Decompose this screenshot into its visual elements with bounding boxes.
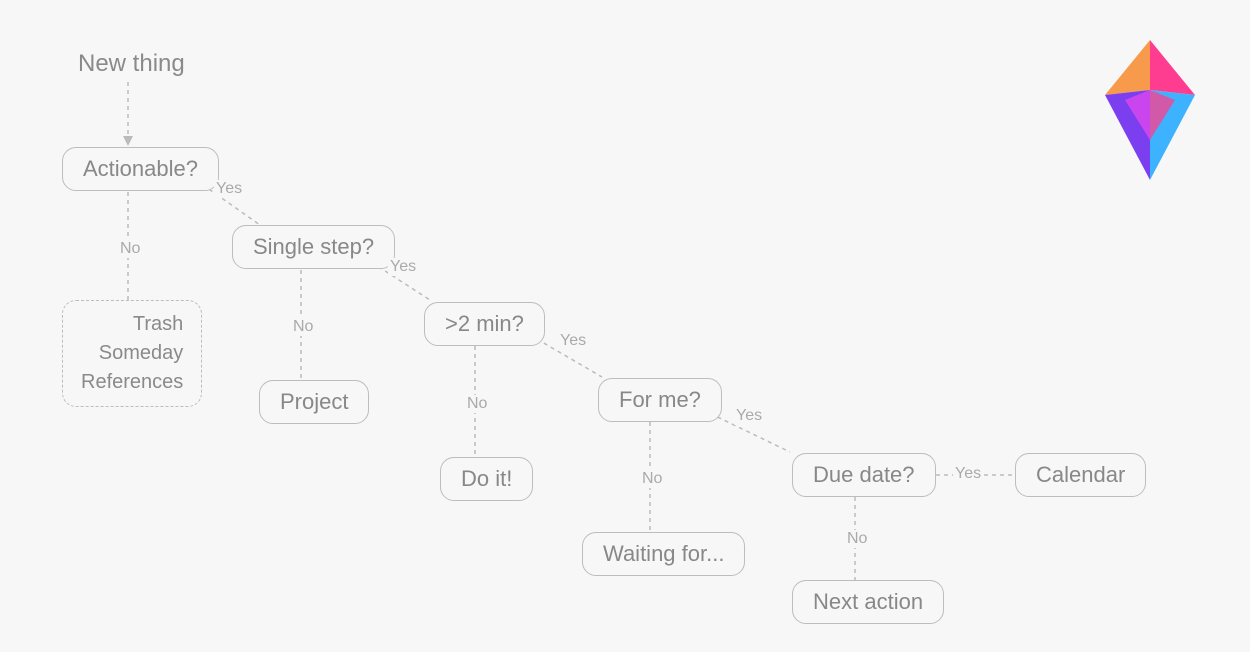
node-calendar: Calendar xyxy=(1015,453,1146,497)
node-actionable: Actionable? xyxy=(62,147,219,191)
node-project: Project xyxy=(259,380,369,424)
node-two-min: >2 min? xyxy=(424,302,545,346)
node-do-it: Do it! xyxy=(440,457,533,501)
edge-single-no: No xyxy=(291,318,315,336)
edge-for-me-yes: Yes xyxy=(734,407,764,425)
node-due-date: Due date? xyxy=(792,453,936,497)
edge-due-no: No xyxy=(845,530,869,548)
edge-due-yes: Yes xyxy=(953,465,983,483)
edge-two-no: No xyxy=(465,395,489,413)
node-waiting: Waiting for... xyxy=(582,532,745,576)
edge-actionable-no: No xyxy=(118,240,142,258)
edge-actionable-yes: Yes xyxy=(214,180,244,198)
flowchart: New thing Actionable? Yes No Trash Somed… xyxy=(0,0,1250,652)
node-terminal: Trash Someday References xyxy=(62,300,202,407)
terminal-references: References xyxy=(81,371,183,394)
node-single-step: Single step? xyxy=(232,225,395,269)
terminal-someday: Someday xyxy=(99,342,184,365)
node-for-me: For me? xyxy=(598,378,722,422)
start-label: New thing xyxy=(78,50,185,78)
terminal-trash: Trash xyxy=(133,313,183,336)
edge-single-yes: Yes xyxy=(388,258,418,276)
edge-for-me-no: No xyxy=(640,470,664,488)
diamond-logo-icon xyxy=(1105,40,1195,180)
edge-two-yes: Yes xyxy=(558,332,588,350)
node-next-action: Next action xyxy=(792,580,944,624)
